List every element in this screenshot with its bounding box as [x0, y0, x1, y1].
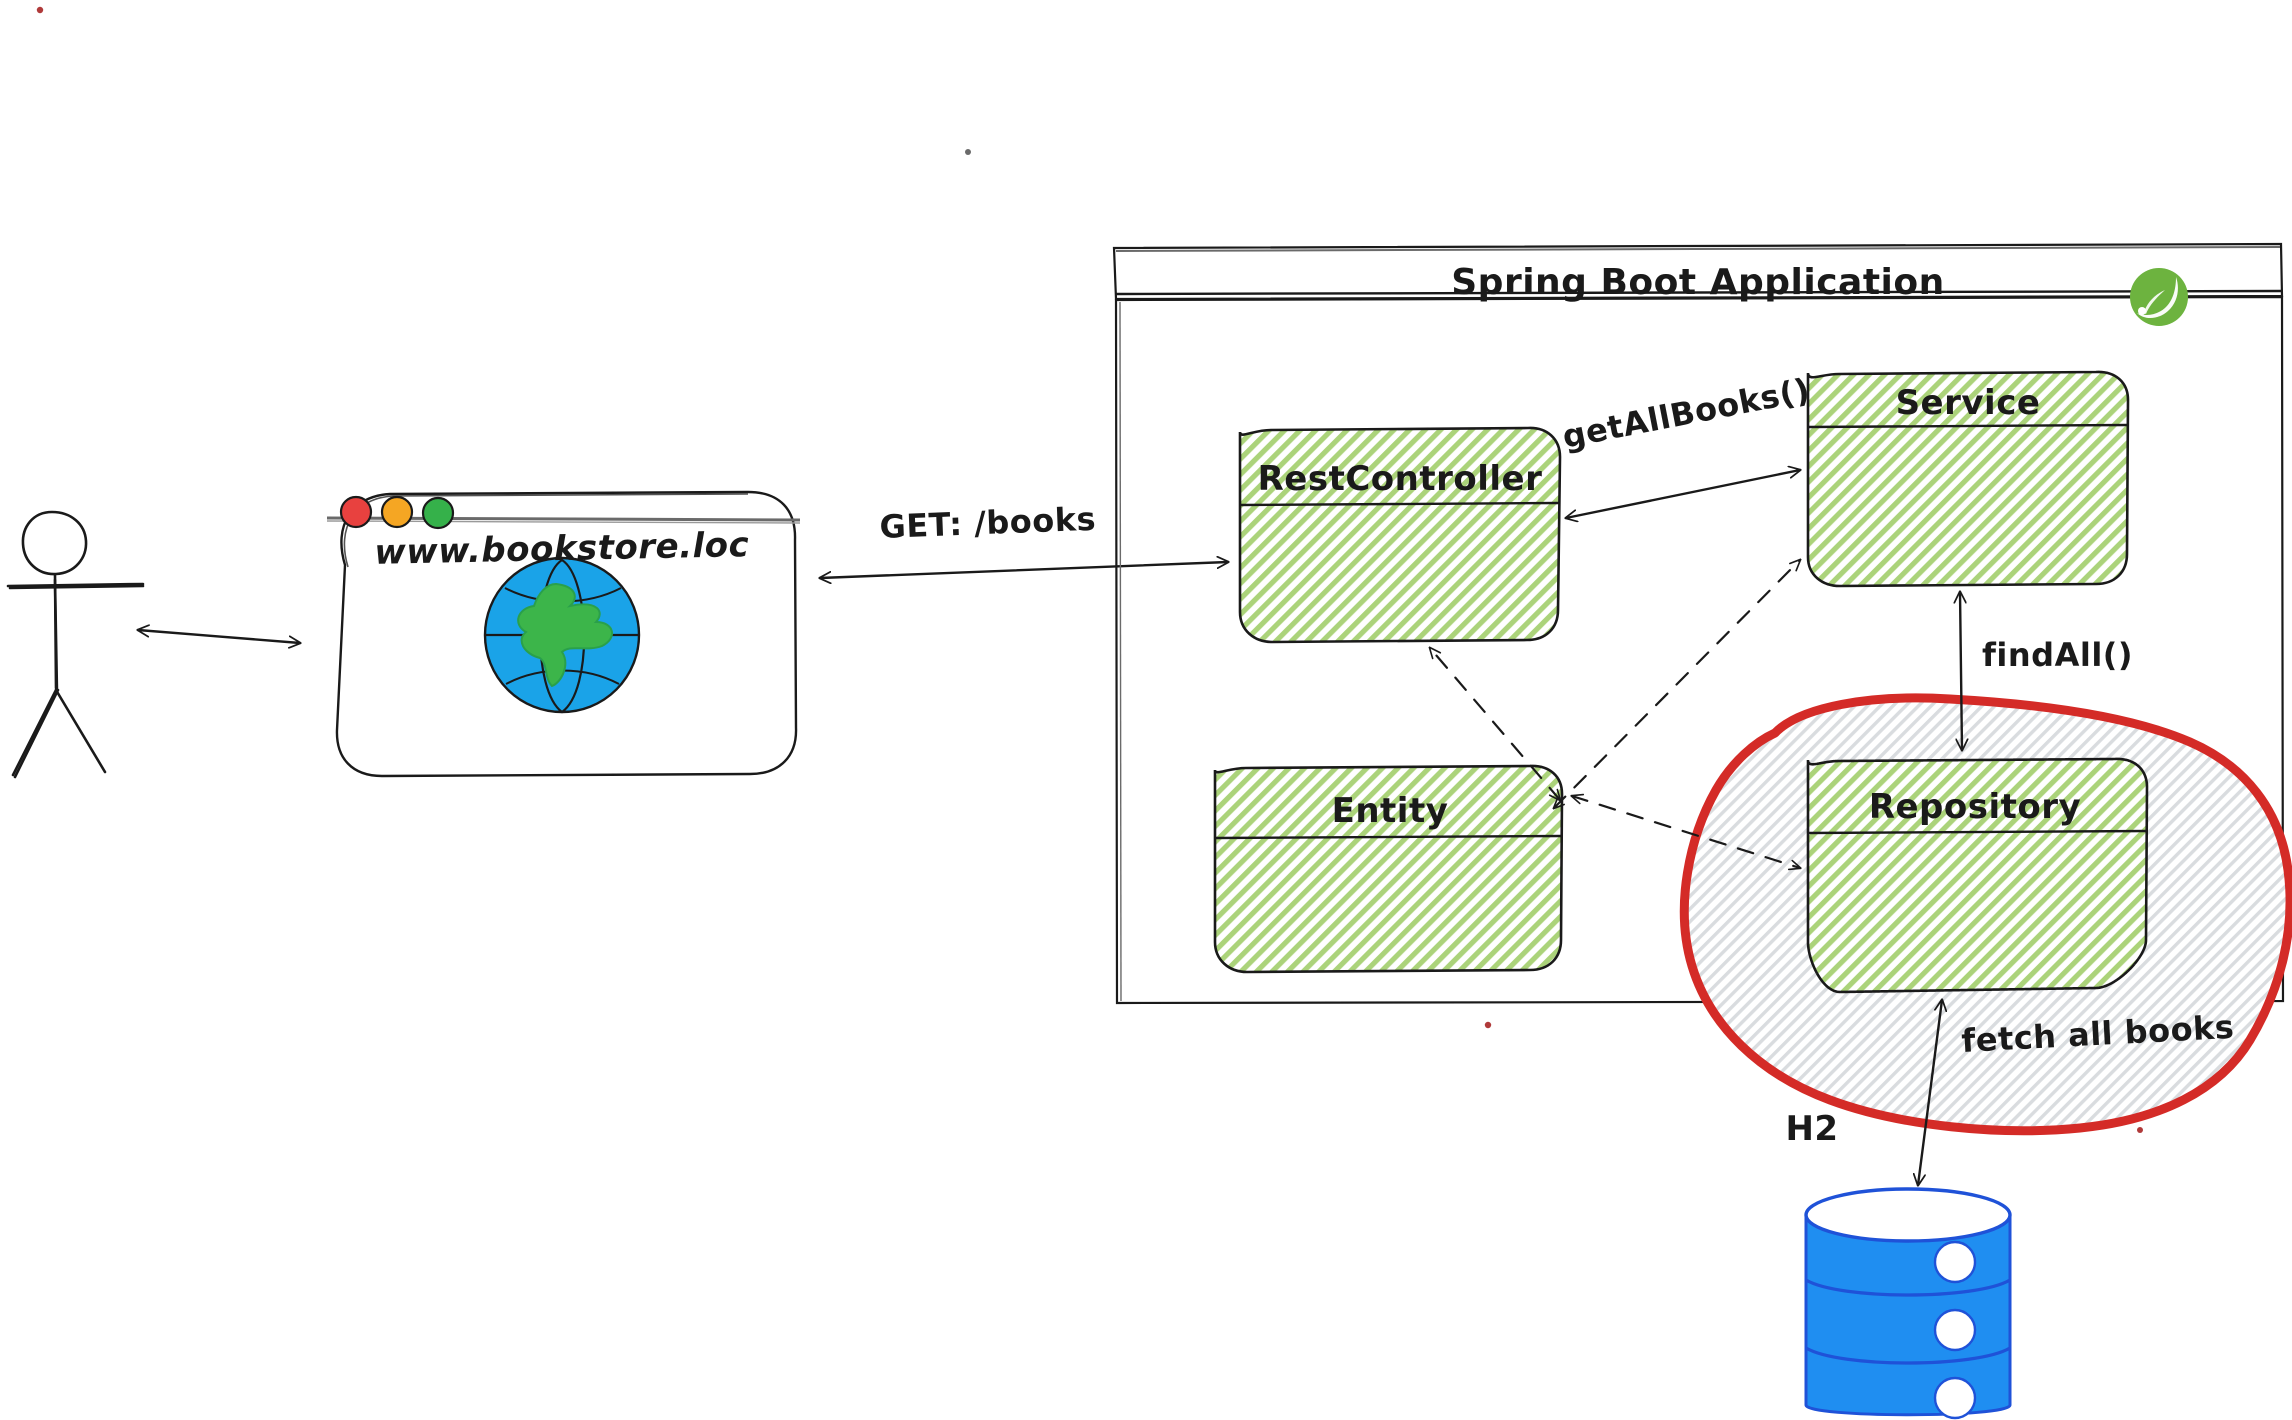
container-title: Spring Boot Application — [1451, 262, 1945, 303]
diagram-svg: www.bookstore.loc GET: /books Spring Boo… — [6, 6, 2292, 1420]
edge-user-browser — [138, 630, 300, 643]
diagram-canvas: www.bookstore.loc GET: /books Spring Boo… — [0, 0, 2292, 1420]
edge-restcontroller-service — [1566, 470, 1800, 518]
edge-browser-restcontroller — [820, 562, 1228, 578]
node-label-entity: Entity — [1332, 791, 1449, 831]
database-label: H2 — [1785, 1109, 1838, 1149]
edge-label-getallbooks: getAllBooks() — [1559, 371, 1813, 456]
node-label-restcontroller: RestController — [1258, 459, 1543, 499]
close-button-dot — [339, 495, 373, 529]
database-h2 — [1804, 1187, 2012, 1420]
edge-label-findall: findAll() — [1982, 636, 2133, 674]
maximize-button-dot — [421, 496, 455, 530]
edge-label-get-books: GET: /books — [879, 500, 1097, 546]
minimize-button-dot — [380, 495, 414, 529]
node-label-repository: Repository — [1869, 787, 2081, 827]
browser-url: www.bookstore.loc — [374, 525, 750, 573]
node-label-service: Service — [1896, 383, 2041, 423]
browser-traffic-lights[interactable] — [339, 495, 455, 530]
globe-icon — [483, 556, 641, 714]
user-actor — [6, 510, 145, 779]
spring-leaf-logo — [2130, 268, 2188, 326]
